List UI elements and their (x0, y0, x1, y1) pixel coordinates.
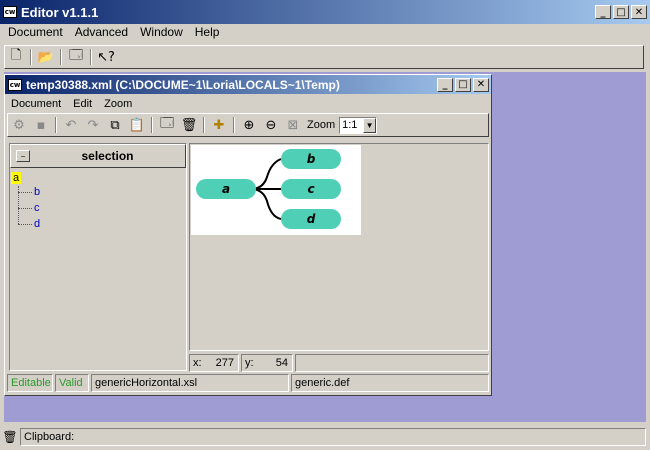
properties-icon[interactable]: 🗔 (65, 47, 87, 67)
trash-icon[interactable]: 🗑 (0, 430, 20, 444)
x-value: 277 (215, 357, 234, 369)
paste-icon[interactable]: 📋 (126, 115, 148, 135)
doc-minimize-button[interactable]: _ (437, 77, 453, 92)
tree-pane: − selection a b c d (9, 143, 187, 371)
app-title: Editor v1.1.1 (21, 4, 99, 20)
x-label: x: (193, 357, 202, 369)
document-titlebar: cw temp30388.xml (C:\DOCUME~1\Loria\LOCA… (5, 75, 491, 94)
toolbar-separator (151, 117, 153, 133)
clipboard-label: Clipboard: (24, 431, 75, 443)
zoom-select[interactable]: 1:1 ▼ (339, 116, 378, 134)
menu-help[interactable]: Help (189, 25, 226, 39)
toolbar-separator (203, 117, 205, 133)
y-coordinate: y: 54 (241, 354, 293, 372)
add-node-icon[interactable]: ✚ (208, 115, 230, 135)
zoom-label: Zoom (307, 119, 336, 131)
document-icon: cw (8, 78, 22, 91)
zoom-value: 1:1 (342, 119, 358, 131)
canvas-pane: a b c d (189, 143, 489, 351)
toolbar-separator (233, 117, 235, 133)
chevron-down-icon[interactable]: ▼ (363, 117, 377, 133)
doc-close-button[interactable]: ✕ (473, 77, 489, 92)
y-value: 54 (275, 357, 288, 369)
save-icon[interactable]: ▪ (30, 115, 52, 135)
diagram-node-c[interactable]: c (281, 179, 341, 199)
maximize-button[interactable]: □ (613, 5, 629, 19)
copy-icon[interactable]: ⧉ (104, 115, 126, 135)
clipboard-bar: 🗑 Clipboard: (0, 424, 650, 450)
app-titlebar: cw Editor v1.1.1 _ □ ✕ (0, 0, 650, 24)
redo-icon[interactable]: ↷ (82, 115, 104, 135)
tree-connector (18, 224, 32, 225)
tree-item-b[interactable]: b (34, 186, 40, 198)
zoom-in-icon[interactable]: ⊕ (238, 115, 260, 135)
tree-item-c[interactable]: c (34, 202, 40, 214)
help-pointer-icon[interactable]: ↖? (95, 47, 117, 67)
toolbar-separator (90, 49, 92, 65)
app-icon: cw (3, 6, 17, 18)
document-window: cw temp30388.xml (C:\DOCUME~1\Loria\LOCA… (4, 74, 492, 396)
close-button[interactable]: ✕ (631, 5, 647, 19)
diagram-node-d[interactable]: d (281, 209, 341, 229)
document-menubar: Document Edit Zoom (5, 94, 491, 113)
stylesheet-field: genericHorizontal.xsl (91, 374, 289, 392)
x-coordinate: x: 277 (189, 354, 239, 372)
document-toolbar: ⚙ ▪ ↶ ↷ ⧉ 📋 🗔 🗑 ✚ ⊕ ⊖ ⊠ Zoom 1:1 ▼ (7, 113, 489, 137)
properties-icon[interactable]: 🗔 (156, 115, 178, 135)
definition-field: generic.def (291, 374, 489, 392)
menu-document[interactable]: Document (2, 25, 69, 39)
coords-extra (295, 354, 489, 372)
zoom-fit-icon[interactable]: ⊠ (282, 115, 304, 135)
new-document-icon[interactable]: 🗋 (5, 47, 27, 67)
tree-root-node[interactable]: a (11, 172, 22, 184)
doc-menu-zoom[interactable]: Zoom (98, 98, 138, 110)
app-menubar: Document Advanced Window Help (2, 22, 648, 42)
tree-connector (18, 208, 32, 209)
minimize-button[interactable]: _ (595, 5, 611, 19)
diagram-node-a[interactable]: a (196, 179, 256, 199)
tree-item-d[interactable]: d (34, 218, 40, 230)
clipboard-field: Clipboard: (20, 428, 646, 446)
toolbar-separator (60, 49, 62, 65)
diagram-canvas: a b c d (191, 145, 361, 235)
menu-window[interactable]: Window (134, 25, 189, 39)
collapse-icon[interactable]: − (16, 150, 30, 162)
selection-header[interactable]: − selection (10, 144, 186, 168)
doc-maximize-button[interactable]: □ (455, 77, 471, 92)
link-icon[interactable]: ⚙ (8, 115, 30, 135)
undo-icon[interactable]: ↶ (60, 115, 82, 135)
valid-status: Valid (55, 374, 89, 392)
open-folder-icon[interactable]: 📂 (35, 47, 57, 67)
zoom-out-icon[interactable]: ⊖ (260, 115, 282, 135)
app-toolbar: 🗋 📂 🗔 ↖? (4, 45, 644, 69)
delete-icon[interactable]: 🗑 (178, 115, 200, 135)
document-title: temp30388.xml (C:\DOCUME~1\Loria\LOCALS~… (26, 77, 340, 92)
toolbar-separator (55, 117, 57, 133)
editable-status: Editable (7, 374, 53, 392)
selection-label: selection (81, 149, 134, 163)
y-label: y: (245, 357, 254, 369)
tree-connector (18, 192, 32, 193)
doc-menu-edit[interactable]: Edit (67, 98, 98, 110)
doc-menu-document[interactable]: Document (5, 98, 67, 110)
menu-advanced[interactable]: Advanced (69, 25, 134, 39)
diagram-node-b[interactable]: b (281, 149, 341, 169)
tree-view: a b c d (10, 168, 186, 368)
toolbar-separator (30, 49, 32, 65)
